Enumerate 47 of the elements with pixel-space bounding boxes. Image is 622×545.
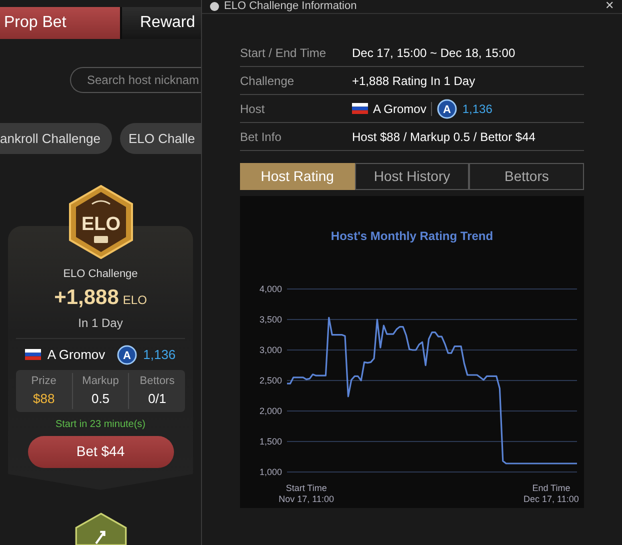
search-field[interactable]: Search host nicknam [70,67,201,93]
filter-chip[interactable]: ELO Challe [120,122,201,154]
info-label: Bet Info [240,128,282,146]
bet-button[interactable]: Bet $44 [28,436,174,468]
start-note: Start in 23 minute(s) [55,418,146,432]
axis-label: 1,500 [259,436,282,446]
stat-label: Bettors [140,374,175,389]
axis-label: End Time Dec 17, 11:00 [524,483,579,504]
unit-label: ELO [122,292,147,310]
chart-title: Host's Monthly Rating Trend [330,229,494,243]
stat-value: 0/1 [148,390,166,408]
flag-icon [25,349,42,360]
flag-icon [352,103,368,114]
axis-label: 1,000 [259,467,282,477]
info-label: Host [240,100,266,118]
stat-value: 0.5 [91,390,110,408]
host-name: A Gromov [47,346,106,364]
info-value: +1,888 Rating In 1 Day [352,72,476,90]
tab[interactable]: Bettors [469,163,584,190]
axis-label: 3,000 [259,345,282,355]
info-label: Challenge [240,72,296,90]
axis-label: Start Time Nov 17, 11:00 [278,483,334,504]
info-icon [210,2,219,11]
window-title: ELO Challenge Information [224,1,358,12]
stat-label: Prize [31,374,56,389]
filter-chip[interactable]: ankroll Challenge [0,122,112,154]
challenge-type: ELO Challenge [63,266,138,282]
stat-label: Markup [82,374,119,389]
duration-text: In 1 Day [16,314,185,339]
host-name: A Gromov [373,100,426,118]
axis-label: 2,500 [259,376,282,386]
info-value: Host $88 / Markup 0.5 / Bettor $44 [352,128,536,146]
info-value: Dec 17, 15:00 ~ Dec 18, 15:00 [352,44,516,62]
stat-value: $88 [32,390,55,408]
rank-badge-icon: A [437,98,458,118]
tab[interactable]: Host History [354,163,470,190]
close-button[interactable]: ✕ [605,0,614,15]
host-rating: 1,136 [143,346,176,364]
axis-label: 2,000 [259,406,282,416]
axis-label: 3,500 [259,314,282,324]
host-rating: 1,136 [462,100,492,118]
tab[interactable]: Prop Bet [0,7,120,40]
axis-label: 4,000 [259,284,282,294]
rank-badge-icon: A [117,344,138,365]
info-label: Start / End Time [240,44,328,62]
tab[interactable]: Reward [120,7,201,40]
challenge-amount: +1,888 [54,285,119,312]
